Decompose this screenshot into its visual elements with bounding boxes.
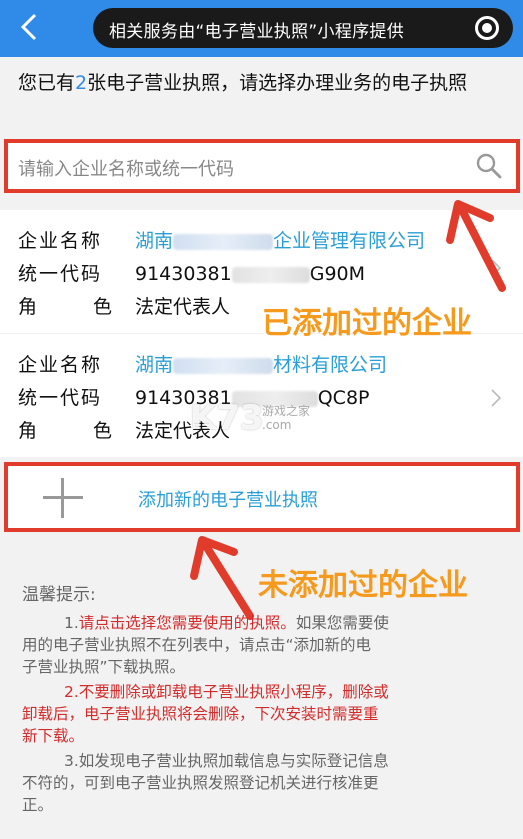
- mini-program-banner-text: 相关服务由“电子营业执照”小程序提供: [109, 22, 405, 42]
- add-license-button[interactable]: 添加新的电子营业执照: [4, 462, 520, 532]
- company-name-label: 企业名称: [18, 354, 103, 376]
- role-label: 角色: [18, 420, 113, 442]
- top-bar: 相关服务由“电子营业执照”小程序提供: [0, 0, 523, 57]
- tip-3: 3.如发现电子营业执照加载信息与实际登记信息 不符的，可到电子营业执照发照登记机…: [22, 752, 389, 814]
- company-name-value: 湖南 企业管理有限公司: [135, 230, 426, 252]
- plus-icon: [43, 478, 83, 518]
- role-value: 法定代表人: [135, 296, 231, 318]
- intro-text: 您已有2张电子营业执照，请选择办理业务的电子执照: [18, 70, 513, 96]
- watermark-text: 游戏之家 .com: [262, 404, 311, 432]
- unified-code-value: 91430381 G90M: [135, 263, 366, 285]
- role-row: 角色法定代表人: [18, 292, 230, 319]
- license-card-2[interactable]: 企业名称 湖南 材料有限公司 统一代码 91430381 QC8P 角色法定代表人: [0, 334, 523, 457]
- company-name-row: 企业名称 湖南 企业管理有限公司: [18, 226, 425, 253]
- watermark-logo: K73: [190, 398, 264, 438]
- tips-title: 温馨提示:: [22, 585, 96, 605]
- tips-section: 温馨提示:: [22, 580, 512, 605]
- tip-2: 2.不要删除或卸载电子营业执照小程序，删除或 卸载后，电子营业执照将会删除，下次…: [22, 683, 389, 745]
- target-icon[interactable]: [475, 16, 499, 40]
- license-count: 2: [75, 72, 88, 94]
- company-name-label: 企业名称: [18, 230, 103, 252]
- back-arrow-icon: [20, 13, 37, 41]
- chevron-right-icon: [491, 388, 502, 413]
- search-placeholder: 请输入企业名称或统一代码: [18, 159, 234, 180]
- tip-1: 1.请点击选择您需要使用的执照。如果您需要使 用的电子营业执照不在列表中，请点击…: [22, 614, 389, 676]
- role-label: 角色: [18, 296, 113, 318]
- unified-code-label: 统一代码: [18, 387, 103, 409]
- intro-suffix: 张电子营业执照，请选择办理业务的电子执照: [87, 72, 468, 94]
- search-icon[interactable]: [476, 153, 502, 179]
- company-name-row: 企业名称 湖南 材料有限公司: [18, 350, 387, 377]
- annotation-added: 已添加过的企业: [262, 306, 472, 341]
- unified-code-row: 统一代码 91430381 G90M: [18, 259, 365, 286]
- unified-code-label: 统一代码: [18, 263, 103, 285]
- back-button[interactable]: [14, 12, 44, 44]
- intro-prefix: 您已有: [18, 72, 76, 94]
- search-input[interactable]: 请输入企业名称或统一代码: [4, 139, 520, 193]
- mini-program-banner[interactable]: 相关服务由“电子营业执照”小程序提供: [93, 8, 513, 48]
- annotation-arrow-up-icon: [190, 536, 254, 620]
- company-name-value: 湖南 材料有限公司: [135, 354, 388, 376]
- annotation-arrow-up-icon: [446, 200, 506, 292]
- add-license-label: 添加新的电子营业执照: [138, 490, 318, 511]
